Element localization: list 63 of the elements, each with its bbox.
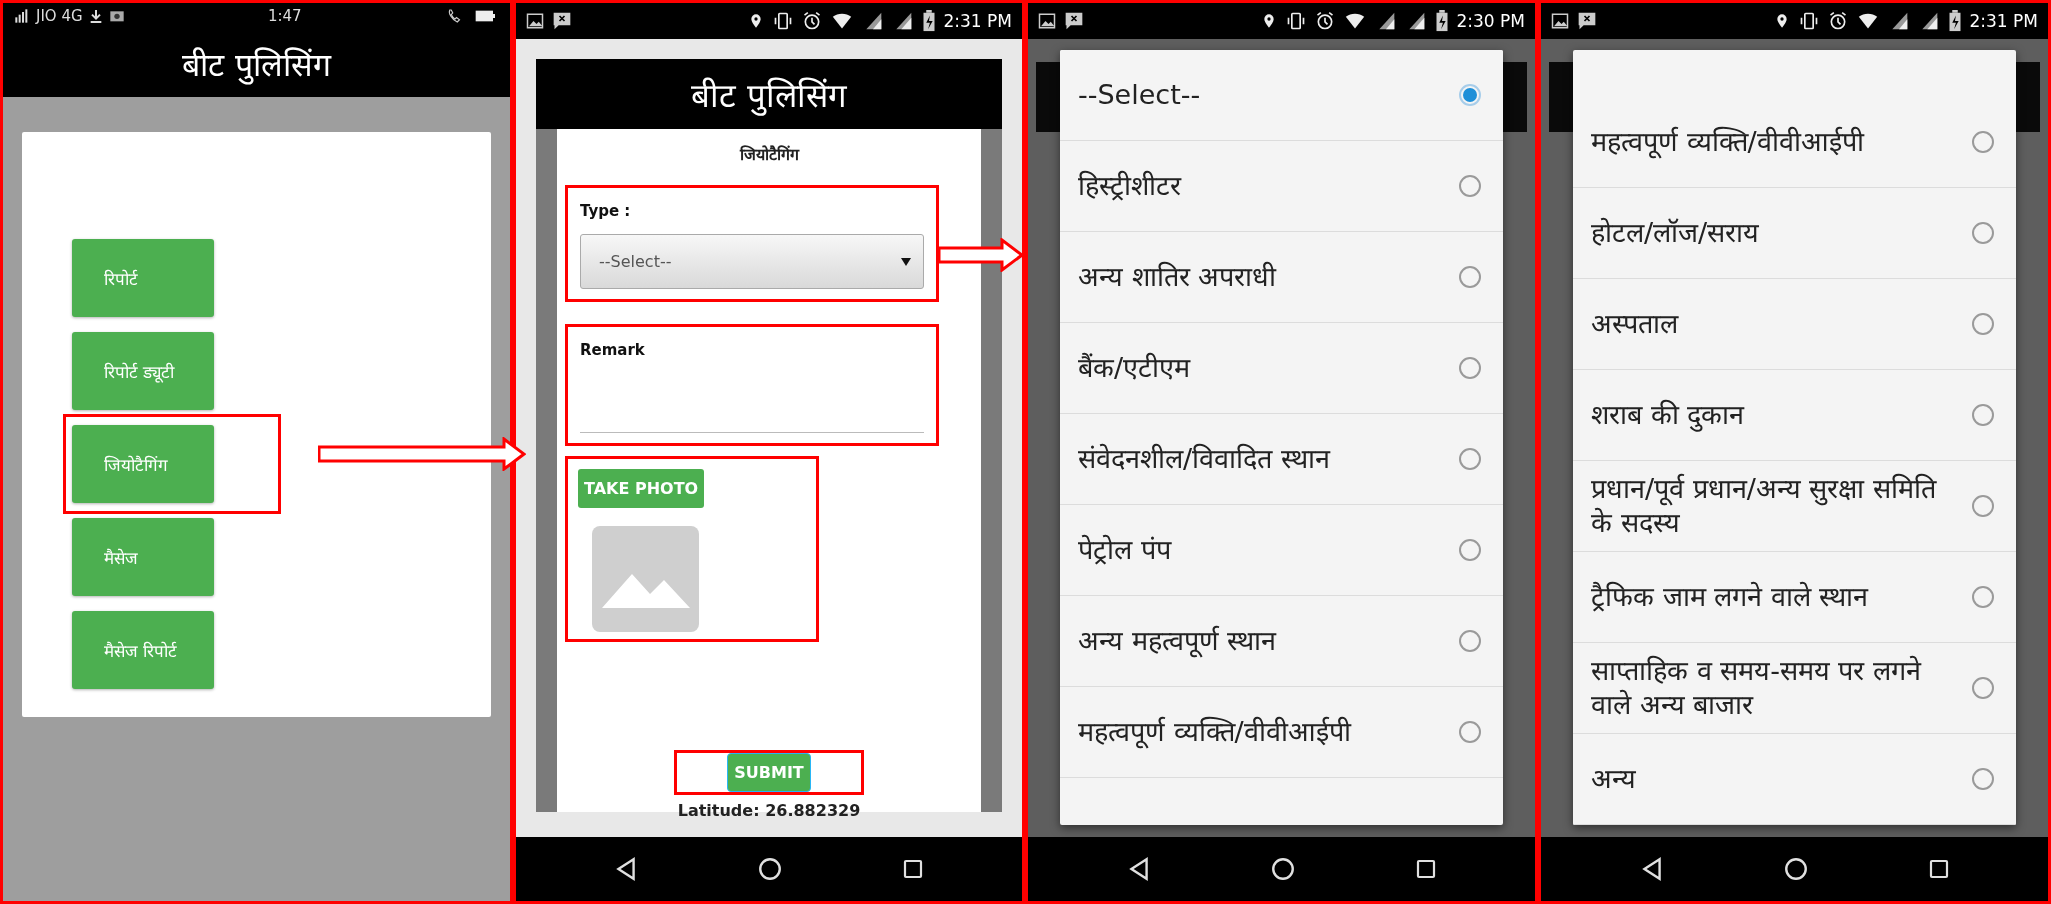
option-item[interactable]: ट्रैफिक जाम लगने वाले स्थान <box>1573 552 2016 643</box>
message-icon <box>1064 11 1084 31</box>
option-item[interactable]: बैंक/एटीएम <box>1060 323 1503 414</box>
option-item[interactable]: अस्पताल <box>1573 279 2016 370</box>
radio-button[interactable] <box>1459 721 1481 743</box>
radio-button[interactable] <box>1459 357 1481 379</box>
radio-button[interactable] <box>1459 175 1481 197</box>
radio-button[interactable] <box>1972 495 1994 517</box>
form-title: जियोटैगिंग <box>739 144 799 165</box>
option-item[interactable]: --Select-- <box>1060 50 1503 141</box>
status-time: 2:31 PM <box>943 11 1012 31</box>
option-item[interactable]: संवेदनशील/विवादित स्थान <box>1060 414 1503 505</box>
image-icon <box>1551 12 1569 30</box>
radio-button[interactable] <box>1972 313 1994 335</box>
radio-button[interactable] <box>1459 84 1481 106</box>
battery-charging-icon <box>1434 10 1449 32</box>
radio-button[interactable] <box>1972 131 1994 153</box>
status-time: 2:30 PM <box>1456 11 1525 31</box>
radio-button[interactable] <box>1972 586 1994 608</box>
option-item[interactable]: होटल/लॉज/सराय <box>1573 188 2016 279</box>
radio-button[interactable] <box>1459 539 1481 561</box>
alarm-icon <box>1314 11 1335 31</box>
radio-button[interactable] <box>1459 448 1481 470</box>
home-icon <box>1269 856 1296 882</box>
option-item[interactable]: अन्य महत्वपूर्ण स्थान <box>1060 596 1503 687</box>
radio-button[interactable] <box>1972 404 1994 426</box>
option-item[interactable]: शराब की दुकान <box>1573 370 2016 461</box>
radio-button[interactable] <box>1972 222 1994 244</box>
battery-charging-icon <box>921 10 936 32</box>
home-icon <box>757 856 783 882</box>
radio-button[interactable] <box>1972 768 1994 790</box>
radio-button[interactable] <box>1972 677 1994 699</box>
option-item[interactable]: महत्वपूर्ण व्यक्ति/वीवीआईपी <box>1060 687 1503 778</box>
home-icon <box>1782 856 1809 882</box>
camera-icon <box>108 8 125 24</box>
status-time: 2:31 PM <box>1969 11 2038 31</box>
carrier-label: JIO 4G <box>36 7 83 25</box>
app-title: बीट पुलिसिंग <box>536 59 1002 129</box>
image-icon <box>526 12 544 30</box>
option-item[interactable]: साप्ताहिक व समय-समय पर लगने वाले अन्य बाजार <box>1573 643 2016 734</box>
battery-charging-icon <box>1947 10 1962 32</box>
message-icon <box>1577 11 1597 31</box>
option-item[interactable]: अन्य <box>1573 734 2016 825</box>
option-item[interactable]: हिस्ट्रीशीटर <box>1060 141 1503 232</box>
option-item[interactable]: पेट्रोल पंप <box>1060 505 1503 596</box>
latitude-text: Latitude: 26.882329 <box>677 801 861 820</box>
image-placeholder-icon <box>592 526 699 632</box>
type-dropdown[interactable]: --Select-- <box>580 234 924 289</box>
option-item[interactable]: महत्वपूर्ण व्यक्ति/वीवीआईपी <box>1573 97 2016 188</box>
image-icon <box>1038 12 1056 30</box>
type-label: Type : <box>580 202 631 220</box>
remark-label: Remark <box>580 341 645 359</box>
dropdown-caret-icon <box>901 257 911 266</box>
alarm-icon <box>801 11 822 31</box>
radio-button[interactable] <box>1459 266 1481 288</box>
recents-icon <box>901 857 925 881</box>
status-time: 1:47 <box>266 7 303 25</box>
radio-button[interactable] <box>1459 630 1481 652</box>
message-icon <box>552 11 572 31</box>
app-title: बीट पुलिसिंग <box>3 29 510 97</box>
alarm-icon <box>1827 11 1848 31</box>
option-item[interactable]: अन्य शातिर अपराधी <box>1060 232 1503 323</box>
option-item[interactable]: प्रधान/पूर्व प्रधान/अन्य सुरक्षा समिति के सदस्य <box>1573 461 2016 552</box>
